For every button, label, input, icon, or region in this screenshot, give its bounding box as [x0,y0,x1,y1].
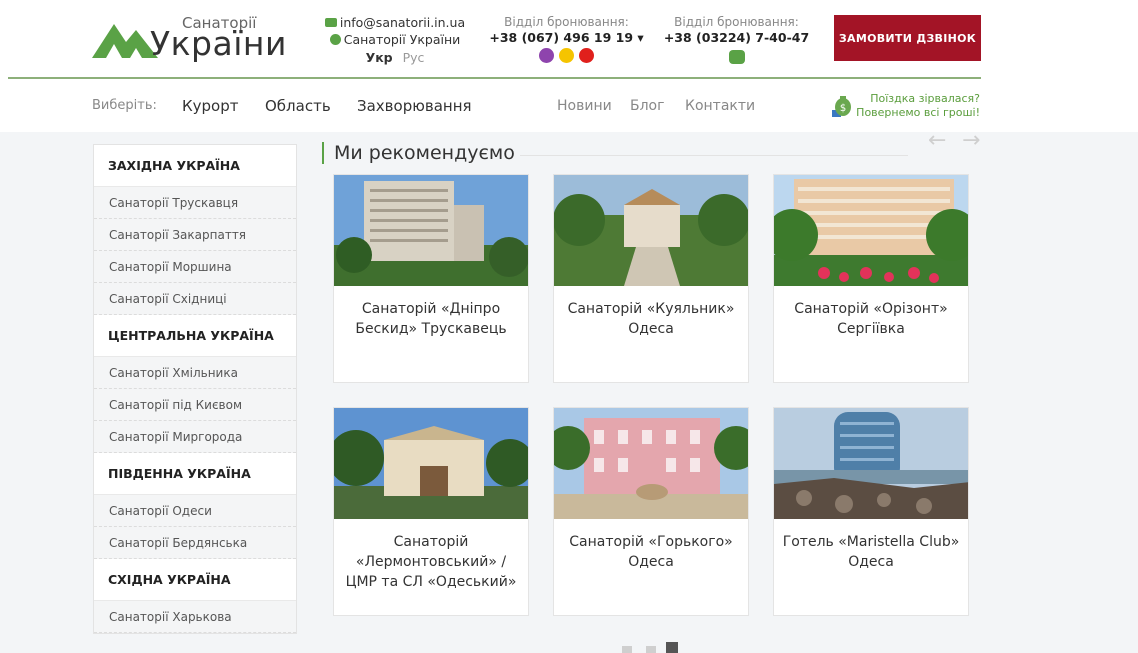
decorative-bars [622,642,678,653]
lang-rus[interactable]: Рус [403,50,425,65]
nav-disease[interactable]: Захворювання [357,97,472,115]
sidebar-item[interactable]: Санаторії Одеси [94,495,296,527]
booking-phone-landline[interactable]: +38 (03224) 7-40-47 [659,30,814,45]
card-caption[interactable]: Готель «Maristella Club» Одеса [780,532,962,572]
nav-resort[interactable]: Курорт [182,97,238,115]
sanatorium-photo[interactable] [554,408,748,519]
region-title-west[interactable]: ЗАХІДНА УКРАЇНА [94,145,296,187]
vodafone-icon[interactable] [579,48,594,63]
booking-block-mobile: Відділ бронювання: +38 (067) 496 19 19 ▾ [489,15,644,63]
logo-main-text: України [150,24,287,63]
card-caption[interactable]: Санаторій «Орізонт» Сергіївка [780,299,962,339]
sanatorium-card[interactable]: Санаторій «Куяльник» Одеса [553,174,749,383]
region-title-south[interactable]: ПІВДЕННА УКРАЇНА [94,453,296,495]
nav-contacts[interactable]: Контакти [685,98,755,114]
sanatorium-photo[interactable] [774,175,968,286]
viber-icon[interactable] [539,48,554,63]
section-title-divider [520,155,908,156]
sanatorium-card[interactable]: Готель «Maristella Club» Одеса [773,407,969,616]
sidebar-item[interactable]: Санаторії Харькова [94,601,296,633]
email-icon [324,18,337,27]
lang-ukr[interactable]: Укр [366,50,393,65]
header-divider [8,77,981,79]
language-switcher: Укр Рус [320,49,470,66]
sidebar-item[interactable]: Санаторії Миргорода [94,421,296,453]
sanatorium-photo[interactable] [774,408,968,519]
messenger-icons [489,48,644,63]
sanatorium-card[interactable]: Санаторій «Дніпро Бескид» Трускавець [333,174,529,383]
carousel-prev-arrow-icon[interactable]: ← [928,128,946,153]
sanatorium-card[interactable]: Санаторій «Орізонт» Сергіївка [773,174,969,383]
sanatorium-card[interactable]: Санаторій «Лермонтовський» / ЦМР та СЛ «… [333,407,529,616]
nav-label: Виберіть: [92,98,157,113]
refund-banner[interactable]: $ Поїздка зірвалася? Повернемо всі гроші… [830,92,980,122]
booking-block-landline: Відділ бронювання: +38 (03224) 7-40-47 [659,15,814,66]
skype-link[interactable]: Санаторії України [344,32,461,47]
sanatorium-card[interactable]: Санаторій «Горького» Одеса [553,407,749,616]
sidebar-item[interactable]: Санаторії Закарпаття [94,219,296,251]
sidebar-item[interactable]: Санаторії Трускавця [94,187,296,219]
sidebar-item[interactable]: Санаторії Бердянська [94,527,296,559]
sidebar-item[interactable]: Санаторії Моршина [94,251,296,283]
nav-region[interactable]: Область [265,97,331,115]
region-title-central[interactable]: ЦЕНТРАЛЬНА УКРАЇНА [94,315,296,357]
kyivstar-icon[interactable] [559,48,574,63]
sanatorium-photo[interactable] [334,408,528,519]
card-caption[interactable]: Санаторій «Дніпро Бескид» Трускавець [340,299,522,339]
sanatorium-photo[interactable] [334,175,528,286]
svg-text:$: $ [840,103,846,114]
carousel-next-arrow-icon[interactable]: → [962,128,980,153]
sidebar-item[interactable]: Санаторії під Києвом [94,389,296,421]
sidebar-item[interactable]: Санаторії Східниці [94,283,296,315]
section-title: Ми рекомендуємо [322,142,515,164]
region-sidebar: ЗАХІДНА УКРАЇНА Санаторії Трускавця Сана… [93,144,297,634]
email-link[interactable]: info@sanatorii.in.ua [340,15,465,30]
refund-line2: Повернемо всі гроші! [856,106,980,119]
card-caption[interactable]: Санаторій «Лермонтовський» / ЦМР та СЛ «… [340,532,522,592]
refund-line1: Поїздка зірвалася? [870,92,980,105]
sanatorium-photo[interactable] [554,175,748,286]
sidebar-item[interactable]: Санаторії Хмільника [94,357,296,389]
region-title-east[interactable]: СХІДНА УКРАЇНА [94,559,296,601]
nav-blog[interactable]: Блог [630,98,664,114]
contact-block: info@sanatorii.in.ua Санаторії України У… [320,14,470,66]
site-logo[interactable]: Санаторії України [92,10,302,68]
booking-label: Відділ бронювання: [674,15,799,29]
booking-label: Відділ бронювання: [504,15,629,29]
booking-phone-mobile[interactable]: +38 (067) 496 19 19 ▾ [489,30,644,45]
card-caption[interactable]: Санаторій «Горького» Одеса [560,532,742,572]
money-bag-icon: $ [832,96,851,117]
card-caption[interactable]: Санаторій «Куяльник» Одеса [560,299,742,339]
phone-icon [728,50,745,64]
nav-news[interactable]: Новини [557,98,612,114]
skype-icon [329,34,341,45]
callback-button[interactable]: ЗАМОВИТИ ДЗВІНОК [834,15,981,61]
